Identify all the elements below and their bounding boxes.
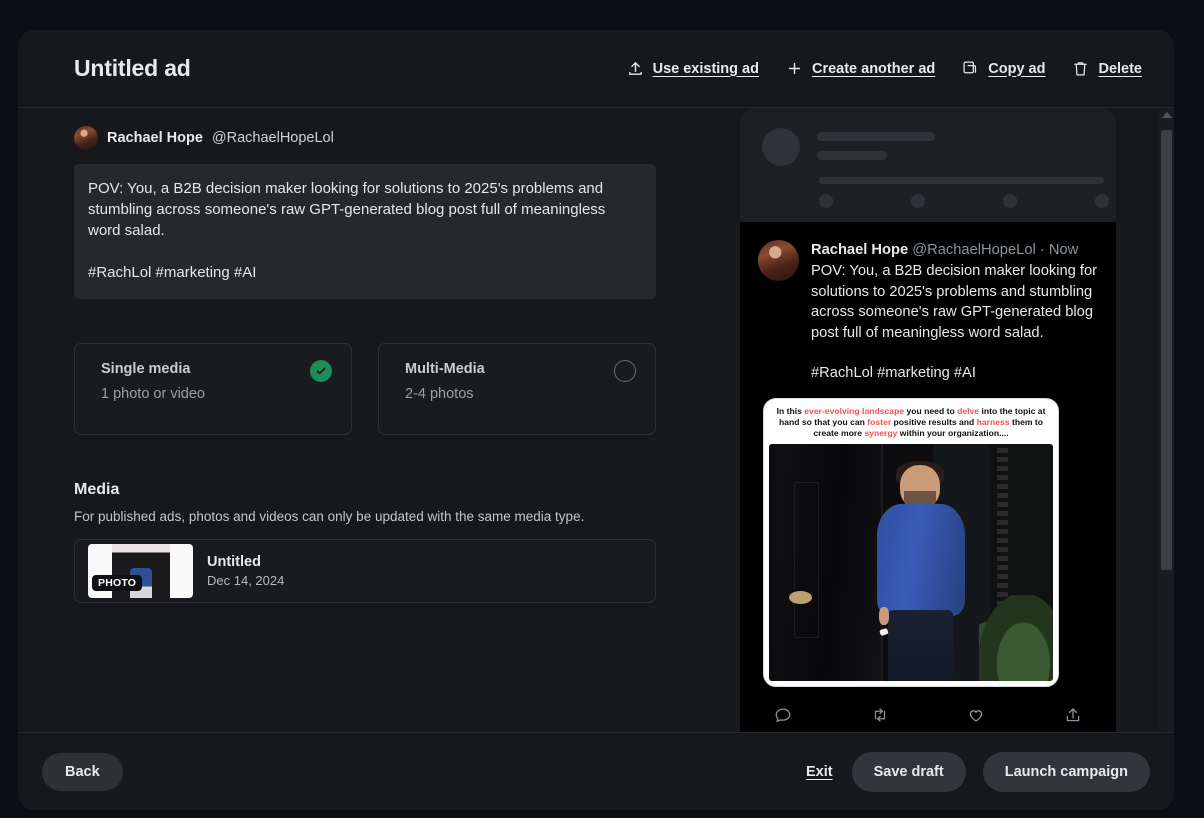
preview-timestamp: Now (1049, 242, 1078, 258)
preview-skeleton-placeholder (740, 108, 1116, 222)
scroll-up-arrow-icon[interactable] (1159, 108, 1174, 122)
meme-image[interactable]: In this ever-evolving landscape you need… (763, 398, 1059, 687)
skeleton-dot (911, 194, 925, 208)
media-list-item[interactable]: PHOTO Untitled Dec 14, 2024 (74, 539, 656, 603)
radio-unchecked-icon (614, 360, 636, 382)
copy-ad-button[interactable]: Copy ad (962, 60, 1045, 77)
exit-button[interactable]: Exit (804, 758, 835, 786)
footer-primary-actions: Exit Save draft Launch campaign (804, 752, 1150, 792)
multi-media-subtitle: 2-4 photos (405, 386, 637, 402)
meme-caption-p6: within your organization.... (897, 428, 1008, 438)
ad-editor-modal: Untitled ad Use existing ad Create anoth… (18, 30, 1174, 810)
plus-icon (786, 60, 803, 77)
preview-separator: · (1040, 242, 1045, 258)
tweet-text-input[interactable]: POV: You, a B2B decision maker looking f… (74, 164, 656, 299)
use-existing-ad-label: Use existing ad (653, 61, 759, 77)
skeleton-line (817, 132, 935, 141)
modal-footer: Back Exit Save draft Launch campaign (18, 732, 1174, 810)
tweet-hashtags-text: #RachLol #marketing #AI (88, 262, 640, 283)
copy-ad-label: Copy ad (988, 61, 1045, 77)
tweet-preview-card: Rachael Hope @RachaelHopeLol · Now POV: … (740, 222, 1116, 732)
media-item-date: Dec 14, 2024 (207, 573, 284, 588)
skeleton-avatar (762, 128, 800, 166)
composer-author-name: Rachael Hope (107, 130, 203, 146)
single-media-title: Single media (101, 361, 333, 377)
preview-author-handle: @RachaelHopeLol (912, 242, 1036, 258)
delete-ad-button[interactable]: Delete (1072, 60, 1142, 77)
meme-caption-p4: positive results and (891, 417, 976, 427)
retweet-icon[interactable] (871, 706, 889, 724)
skeleton-dots (819, 194, 1109, 208)
meme-caption-h3: foster (867, 417, 891, 427)
delete-ad-label: Delete (1098, 61, 1142, 77)
use-existing-ad-button[interactable]: Use existing ad (627, 60, 759, 77)
media-type-option-multi[interactable]: Multi-Media 2-4 photos (378, 343, 656, 435)
meme-caption-h4: harness (977, 417, 1010, 427)
ad-preview-column: Rachael Hope @RachaelHopeLol · Now POV: … (740, 108, 1174, 732)
preview-author-name: Rachael Hope (811, 242, 908, 258)
preview-tweet-hashtags: #RachLol #marketing #AI (811, 363, 1098, 384)
launch-campaign-button[interactable]: Launch campaign (983, 752, 1150, 792)
skeleton-dot (819, 194, 833, 208)
skeleton-bar (819, 177, 1104, 184)
preview-author-meta: Rachael Hope @RachaelHopeLol · Now (811, 240, 1098, 260)
upload-icon (627, 60, 644, 77)
meme-caption-p2: you need to (904, 406, 957, 416)
preview-scrollbar[interactable] (1159, 108, 1174, 732)
like-icon[interactable] (967, 706, 985, 724)
media-type-option-single[interactable]: Single media 1 photo or video (74, 343, 352, 435)
meme-caption: In this ever-evolving landscape you need… (769, 405, 1053, 444)
check-icon (310, 360, 332, 382)
scrollbar-thumb[interactable] (1161, 130, 1172, 570)
media-item-name: Untitled (207, 554, 284, 570)
media-type-badge: PHOTO (92, 575, 142, 591)
tweet-body-text: POV: You, a B2B decision maker looking f… (88, 178, 640, 241)
composer-author-row: Rachael Hope @RachaelHopeLol (74, 126, 740, 150)
preview-avatar (758, 240, 799, 281)
media-type-options: Single media 1 photo or video Multi-Medi… (74, 343, 740, 435)
skeleton-dot (1095, 194, 1109, 208)
media-section-note: For published ads, photos and videos can… (74, 509, 740, 524)
copy-icon (962, 60, 979, 77)
composer-author-handle: @RachaelHopeLol (212, 130, 334, 146)
preview-tweet-body: POV: You, a B2B decision maker looking f… (811, 261, 1098, 343)
meme-caption-h2: delve (957, 406, 979, 416)
back-button[interactable]: Back (42, 753, 123, 791)
meme-caption-h1: ever-evolving landscape (804, 406, 904, 416)
modal-body: Rachael Hope @RachaelHopeLol POV: You, a… (18, 108, 1174, 732)
meme-caption-h5: synergy (864, 428, 897, 438)
header-actions: Use existing ad Create another ad C (627, 60, 1142, 77)
meme-caption-p1: In this (777, 406, 805, 416)
avatar (74, 126, 98, 150)
modal-header: Untitled ad Use existing ad Create anoth… (18, 30, 1174, 108)
page-title: Untitled ad (74, 55, 191, 82)
share-icon[interactable] (1064, 706, 1082, 724)
multi-media-title: Multi-Media (405, 361, 637, 377)
media-thumbnail: PHOTO (88, 544, 193, 598)
skeleton-dot (1003, 194, 1017, 208)
trash-icon (1072, 60, 1089, 77)
save-draft-button[interactable]: Save draft (852, 752, 966, 792)
single-media-subtitle: 1 photo or video (101, 386, 333, 402)
meme-photo (769, 444, 1053, 681)
reply-icon[interactable] (774, 706, 792, 724)
skeleton-line (817, 151, 887, 160)
ad-form-column: Rachael Hope @RachaelHopeLol POV: You, a… (18, 108, 740, 732)
create-another-ad-button[interactable]: Create another ad (786, 60, 935, 77)
media-section-heading: Media (74, 481, 740, 499)
tweet-action-bar (758, 693, 1098, 724)
create-another-ad-label: Create another ad (812, 61, 935, 77)
